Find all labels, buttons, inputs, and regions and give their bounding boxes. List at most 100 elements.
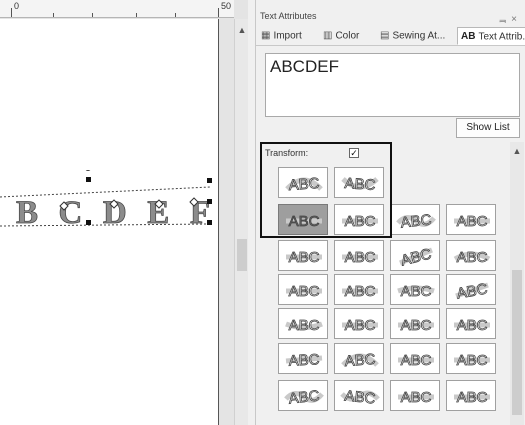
transform-shape-button-taper[interactable]: ABC	[278, 343, 328, 374]
transform-shape-button-normal[interactable]: ABC	[334, 274, 384, 305]
transform-shape-button-wave[interactable]: ABC	[390, 204, 440, 235]
transform-shape-button-normal[interactable]: ABC	[390, 343, 440, 374]
shape-preview-text: ABC	[344, 387, 377, 407]
tab-color[interactable]: ▥ Color	[323, 27, 359, 45]
shape-preview-icon: ABC	[397, 283, 435, 300]
panel-tab-bar: ▦ Import ▥ Color ▤ Sewing At... AB Text Attr…	[256, 26, 525, 46]
transform-shape-button-normal[interactable]: ABC	[446, 308, 496, 339]
shape-preview-text: ABC	[455, 280, 488, 302]
shape-preview-text: ABC	[288, 387, 321, 407]
transform-label: Transform:	[265, 148, 309, 158]
shape-preview-text: ABC	[401, 352, 432, 369]
ruler-tick	[11, 8, 12, 17]
transform-shape-button-slant[interactable]: ABC	[390, 240, 440, 271]
transform-shape-button-normal[interactable]: ABC	[390, 380, 440, 411]
selection-handle[interactable]	[86, 220, 91, 225]
shape-preview-text: ABC	[288, 175, 320, 194]
shape-preview-text: ABC	[345, 249, 376, 266]
transform-shape-button-wave-inv[interactable]: ABC	[334, 380, 384, 411]
design-canvas-area[interactable]: 0 50 ▲ BCDEF	[0, 0, 248, 425]
shape-preview-icon: ABC	[340, 387, 380, 408]
sewing-icon: ▤	[380, 30, 390, 41]
ruler-tick	[175, 13, 176, 17]
transform-shape-button-arch-low[interactable]: ABC	[446, 240, 496, 271]
shape-preview-text: ABC	[288, 351, 320, 370]
selection-handle[interactable]	[207, 220, 212, 225]
tab-label: Sewing At...	[392, 30, 446, 42]
panel-vertical-scrollbar[interactable]: ▲	[510, 142, 524, 425]
shape-preview-icon: ABC	[453, 249, 491, 266]
shape-preview-text: ABC	[401, 283, 432, 300]
transform-shape-button-normal[interactable]: ABC	[278, 240, 328, 271]
close-icon[interactable]: ×	[511, 14, 521, 25]
transform-shape-button-normal[interactable]: ABC	[278, 204, 328, 235]
tab-import[interactable]: ▦ Import	[261, 27, 302, 45]
shape-preview-text: ABC	[345, 283, 376, 300]
selection-handle[interactable]	[207, 178, 212, 183]
transform-shape-button-normal[interactable]: ABC	[390, 308, 440, 339]
shape-preview-icon: ABC	[398, 317, 434, 334]
scrollbar-thumb[interactable]	[512, 270, 522, 415]
shape-preview-text: ABC	[457, 213, 488, 230]
shape-preview-icon: ABC	[342, 283, 378, 300]
shape-preview-text: ABC	[289, 213, 320, 230]
transform-checkbox[interactable]: ✓	[349, 148, 359, 158]
ruler-tick	[136, 13, 137, 17]
transform-shape-button-normal[interactable]: ABC	[446, 380, 496, 411]
transform-shape-button-arch-up[interactable]: ABC	[278, 167, 328, 198]
shape-preview-icon: ABC	[286, 213, 322, 230]
transform-shape-button-bulge-out[interactable]: ABC	[390, 274, 440, 305]
transform-shape-button-bulge[interactable]: ABC	[278, 308, 328, 339]
text-input[interactable]: ABCDEF	[265, 53, 520, 117]
shape-preview-text: ABC	[289, 317, 320, 334]
shape-preview-icon: ABC	[454, 389, 490, 406]
shape-preview-icon: ABC	[342, 317, 378, 334]
transform-shape-button-normal[interactable]: ABC	[334, 308, 384, 339]
transform-shape-button-normal[interactable]: ABC	[334, 204, 384, 235]
tab-label: Import	[273, 30, 302, 42]
shape-preview-text: ABC	[457, 352, 488, 369]
scroll-up-icon[interactable]: ▲	[236, 25, 248, 35]
shape-preview-text: ABC	[344, 175, 376, 194]
shape-preview-text: ABC	[345, 213, 376, 230]
text-attributes-icon: AB	[461, 31, 476, 42]
transform-shape-button-arch-down[interactable]: ABC	[334, 167, 384, 198]
transform-shape-button-normal[interactable]: ABC	[446, 343, 496, 374]
tab-label: Color	[335, 30, 360, 42]
panel-title: Text Attributes	[260, 11, 317, 21]
transform-shape-button-wave[interactable]: ABC	[278, 380, 328, 411]
tab-label: Text Attrib...	[478, 31, 525, 43]
selection-handle[interactable]	[207, 199, 212, 204]
tab-text-attributes[interactable]: ABText Attrib...	[457, 27, 525, 45]
tab-sewing-attributes[interactable]: ▤ Sewing At...	[380, 27, 445, 45]
shape-preview-icon: ABC	[342, 213, 378, 230]
transform-shape-button-normal[interactable]: ABC	[446, 204, 496, 235]
panel-window-controls[interactable]: ᆿ×	[498, 10, 521, 25]
shape-preview-icon: ABC	[454, 213, 490, 230]
shape-preview-icon: ABC	[341, 351, 379, 370]
transform-shape-button-normal[interactable]: ABC	[278, 274, 328, 305]
ruler-tick	[218, 8, 219, 17]
shape-preview-icon: ABC	[454, 352, 490, 369]
shape-preview-icon: ABC	[286, 283, 322, 300]
shape-preview-icon: ABC	[286, 249, 322, 266]
transform-shape-button-slant-bold[interactable]: ABC	[446, 274, 496, 305]
shape-preview-text: ABC	[457, 249, 488, 266]
shape-preview-text: ABC	[401, 317, 432, 334]
transform-shape-button-normal[interactable]: ABC	[334, 240, 384, 271]
shape-preview-text: ABC	[457, 317, 488, 334]
horizontal-ruler: 0 50	[0, 0, 234, 18]
shape-preview-text: ABC	[457, 389, 488, 406]
ruler-label-0: 0	[14, 1, 20, 11]
shape-preview-text: ABC	[400, 211, 433, 231]
selection-handle[interactable]	[86, 177, 91, 182]
shape-preview-text: ABC	[344, 351, 376, 370]
scroll-up-icon[interactable]: ▲	[511, 146, 523, 156]
shape-preview-icon: ABC	[285, 175, 323, 194]
show-list-button[interactable]: Show List	[456, 118, 520, 138]
shape-preview-icon: ABC	[454, 317, 490, 334]
embroidery-text-object[interactable]: BCDEF	[0, 170, 248, 250]
transform-shape-button-arch-up[interactable]: ABC	[334, 343, 384, 374]
rotate-handle-icon[interactable]	[85, 170, 91, 171]
pin-icon[interactable]: ᆿ	[498, 14, 511, 25]
